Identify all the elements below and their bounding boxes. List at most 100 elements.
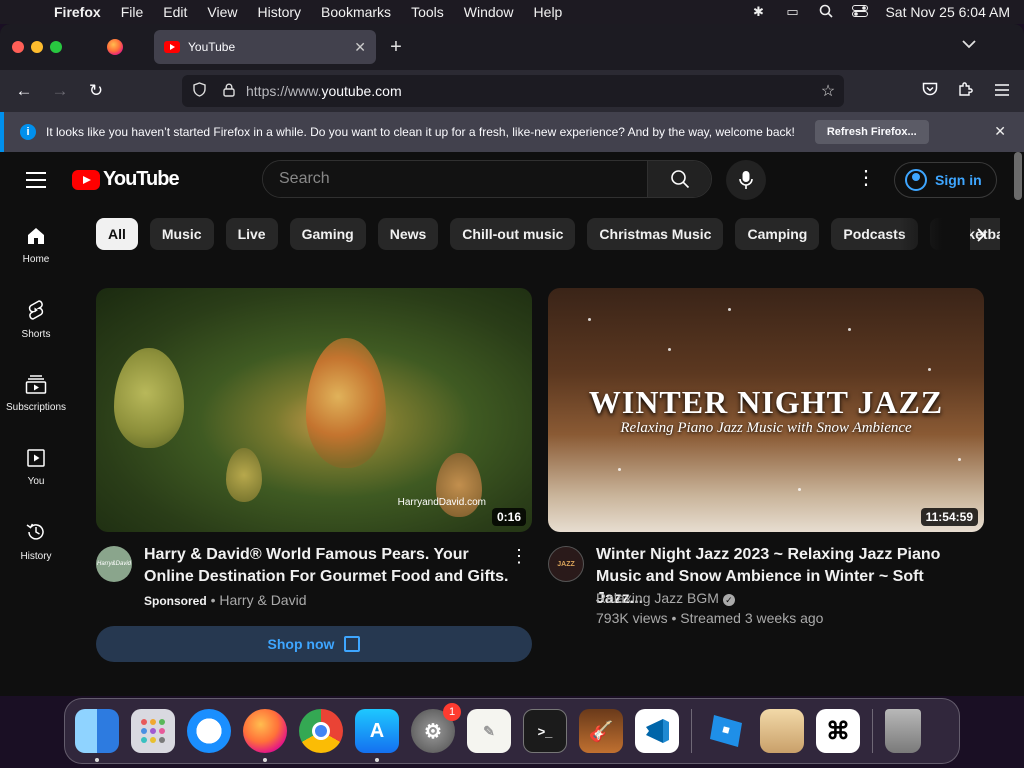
- bluetooth-icon[interactable]: ✱: [741, 4, 775, 20]
- verified-badge-icon: ✓: [722, 594, 735, 606]
- app-menu-hamburger-icon[interactable]: [984, 81, 1020, 101]
- address-bar[interactable]: https://www.youtube.com ☆: [182, 75, 844, 107]
- guide-menu-icon[interactable]: [26, 172, 46, 193]
- firefox-window: YouTube ✕ + ← → ↻ https://www.youtube.co…: [0, 24, 1024, 696]
- guide-item-history[interactable]: History: [0, 504, 72, 578]
- chrome-icon[interactable]: [299, 709, 343, 753]
- channel-name[interactable]: Harry & David: [219, 592, 306, 608]
- page-scrollbar[interactable]: [1014, 152, 1022, 200]
- history-icon: [26, 523, 44, 540]
- menu-bookmarks[interactable]: Bookmarks: [311, 4, 401, 20]
- guide-label: Subscriptions: [5, 401, 67, 413]
- chip-live[interactable]: Live: [225, 218, 278, 250]
- menu-file[interactable]: File: [111, 4, 154, 20]
- screen-mirroring-icon[interactable]: ▭: [775, 4, 809, 20]
- firefox-icon[interactable]: [243, 709, 287, 762]
- sign-in-button[interactable]: Sign in: [894, 162, 997, 198]
- lock-icon[interactable]: [216, 83, 242, 100]
- you-icon: [27, 448, 45, 467]
- bookmark-star-icon[interactable]: ☆: [812, 81, 844, 101]
- video-details: JAZZ Winter Night Jazz 2023 ~ Relaxing J…: [548, 532, 984, 626]
- new-tab-button[interactable]: +: [376, 36, 416, 59]
- spotlight-search-icon[interactable]: [809, 4, 843, 21]
- extensions-puzzle-icon[interactable]: [948, 81, 984, 102]
- chip-chill-out-music[interactable]: Chill-out music: [450, 218, 576, 250]
- forward-button[interactable]: →: [42, 81, 78, 101]
- close-notification-icon[interactable]: ✕: [994, 123, 1006, 140]
- chip-camping[interactable]: Camping: [735, 218, 820, 250]
- chip-gaming[interactable]: Gaming: [289, 218, 366, 250]
- terminal-icon[interactable]: >_: [523, 709, 567, 753]
- control-center-icon[interactable]: [843, 4, 877, 20]
- list-all-tabs-button[interactable]: [962, 36, 976, 52]
- url-text[interactable]: https://www.youtube.com: [246, 83, 812, 99]
- chip-news[interactable]: News: [377, 218, 439, 250]
- voice-search-button[interactable]: [726, 160, 766, 200]
- chips-scroll-right-button[interactable]: [964, 218, 998, 252]
- pocket-icon[interactable]: [912, 81, 948, 101]
- video-thumbnail[interactable]: HarryandDavid.com 0:16: [96, 288, 532, 532]
- menu-view[interactable]: View: [197, 4, 247, 20]
- sign-in-label: Sign in: [935, 172, 982, 188]
- shop-now-button[interactable]: Shop now: [96, 626, 532, 662]
- menu-window[interactable]: Window: [454, 4, 524, 20]
- back-button[interactable]: ←: [6, 81, 42, 101]
- guide-item-subscriptions[interactable]: Subscriptions: [0, 356, 72, 430]
- video-title[interactable]: Harry & David® World Famous Pears. Your …: [144, 544, 510, 588]
- app-store-icon[interactable]: A: [355, 709, 399, 762]
- menubar-clock[interactable]: Sat Nov 25 6:04 AM: [877, 4, 1024, 20]
- tracking-protection-shield-icon[interactable]: [186, 82, 212, 100]
- menu-firefox[interactable]: Firefox: [44, 4, 111, 20]
- close-window-button[interactable]: [12, 41, 24, 53]
- menu-help[interactable]: Help: [524, 4, 573, 20]
- zoom-window-button[interactable]: [50, 41, 62, 53]
- refresh-firefox-button[interactable]: Refresh Firefox...: [814, 120, 929, 144]
- roblox-studio-icon[interactable]: [704, 709, 748, 753]
- chip-music[interactable]: Music: [149, 218, 214, 250]
- tab-youtube[interactable]: YouTube ✕: [154, 30, 376, 64]
- chip-christmas-music[interactable]: Christmas Music: [587, 218, 724, 250]
- guide-item-shorts[interactable]: Shorts: [0, 282, 72, 356]
- settings-more-icon[interactable]: ⋮: [856, 168, 876, 188]
- chevron-right-icon: [977, 228, 986, 242]
- notification-message: It looks like you haven’t started Firefo…: [46, 125, 795, 139]
- video-duration: 0:16: [491, 508, 526, 526]
- info-icon: i: [20, 124, 36, 140]
- textedit-icon[interactable]: ✎: [467, 709, 511, 753]
- archive-utility-icon[interactable]: [760, 709, 804, 753]
- safari-icon[interactable]: [187, 709, 231, 753]
- url-domain: youtube.com: [321, 83, 402, 99]
- system-settings-icon[interactable]: ⚙ 1: [411, 703, 461, 753]
- menu-tools[interactable]: Tools: [401, 4, 454, 20]
- trash-icon[interactable]: [885, 709, 921, 753]
- account-icon: [905, 169, 927, 191]
- guide-item-you[interactable]: You: [0, 430, 72, 504]
- minimize-window-button[interactable]: [31, 41, 43, 53]
- capcut-icon[interactable]: ⌘: [816, 709, 860, 753]
- external-link-icon: [344, 636, 361, 652]
- channel-name[interactable]: Relaxing Jazz BGM: [596, 590, 719, 606]
- finder-icon[interactable]: [75, 709, 119, 762]
- menu-edit[interactable]: Edit: [153, 4, 197, 20]
- close-tab-icon[interactable]: ✕: [354, 39, 366, 56]
- navigation-toolbar: ← → ↻ https://www.youtube.com ☆: [0, 70, 1024, 112]
- search-box: [262, 160, 712, 198]
- youtube-logo-text: YouTube: [103, 168, 180, 190]
- pinned-tab-firefox[interactable]: [80, 24, 150, 70]
- search-button[interactable]: [647, 161, 711, 197]
- channel-avatar[interactable]: Harry&David: [96, 546, 132, 582]
- guide-item-home[interactable]: Home: [0, 208, 72, 282]
- vscode-icon[interactable]: [635, 709, 679, 753]
- garageband-icon[interactable]: 🎸: [579, 709, 623, 753]
- reload-button[interactable]: ↻: [78, 81, 114, 101]
- menu-history[interactable]: History: [247, 4, 311, 20]
- video-more-options-icon[interactable]: ⋮: [510, 546, 528, 567]
- chip-all[interactable]: All: [96, 218, 138, 250]
- video-thumbnail[interactable]: WINTER NIGHT JAZZ Relaxing Piano Jazz Mu…: [548, 288, 984, 532]
- search-input[interactable]: [263, 161, 647, 197]
- launchpad-icon[interactable]: [131, 709, 175, 753]
- youtube-logo[interactable]: YouTube: [72, 168, 180, 191]
- channel-avatar[interactable]: JAZZ: [548, 546, 584, 582]
- guide-label: Home: [22, 253, 50, 265]
- video-card-sponsored: HarryandDavid.com 0:16 Harry&David Harry…: [96, 288, 532, 662]
